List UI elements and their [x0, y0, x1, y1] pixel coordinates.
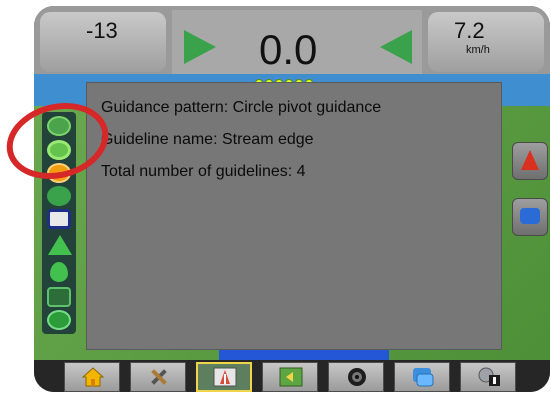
tools-icon [151, 369, 167, 385]
north-arrow-button[interactable] [512, 142, 548, 180]
speed-unit: km/h [466, 44, 490, 56]
heading-value: 0.0 [259, 26, 318, 73]
speed-panel[interactable] [428, 12, 544, 72]
info-icon [478, 367, 500, 386]
camera-tab[interactable] [328, 362, 384, 392]
guidance-icon [213, 367, 237, 387]
steer-left-arrow-icon [380, 30, 412, 64]
data-tab[interactable] [394, 362, 450, 392]
map-tab[interactable] [262, 362, 318, 392]
map-icon [279, 367, 303, 387]
info-tab[interactable] [460, 362, 516, 392]
screen: -13 0.0 7.2 km/h Guidance pattern: Circl… [34, 6, 550, 392]
tools-tab[interactable] [130, 362, 186, 392]
north-arrow-icon [521, 150, 539, 170]
droplet-icon[interactable] [50, 262, 68, 282]
triangle-up-icon[interactable] [48, 235, 72, 255]
gps-icon[interactable] [47, 209, 71, 229]
guidance-info-panel: Guidance pattern: Circle pivot guidance … [86, 82, 502, 350]
cross-track-error: -13 [86, 18, 118, 43]
link-icon[interactable] [47, 310, 71, 330]
camera-icon [348, 368, 366, 386]
speed-value: 7.2 [454, 18, 485, 43]
guideline-count-text: Total number of guidelines: 4 [101, 163, 306, 180]
pivot-green-icon[interactable] [47, 186, 71, 206]
steer-right-arrow-icon [184, 30, 216, 64]
guidance-pattern-text: Guidance pattern: Circle pivot guidance [101, 99, 382, 116]
lightbar-dots [255, 74, 315, 87]
comment-icon [520, 208, 540, 224]
comment-button[interactable] [512, 198, 548, 236]
home-icon [82, 367, 104, 387]
home-tab[interactable] [64, 362, 120, 392]
guidance-tab[interactable] [196, 362, 252, 392]
sprayer-icon[interactable] [47, 287, 71, 307]
guideline-name-text: Guideline name: Stream edge [101, 131, 314, 148]
device-frame: -13 0.0 7.2 km/h Guidance pattern: Circl… [34, 6, 550, 392]
data-icon [413, 368, 434, 387]
